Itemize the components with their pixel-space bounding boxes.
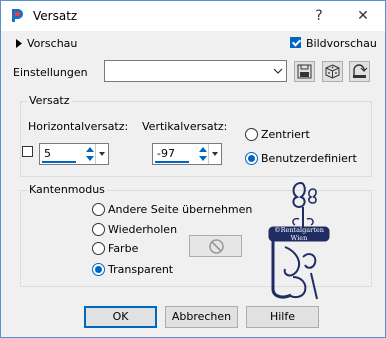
edge-mode-group-title: Kantenmodus bbox=[27, 183, 107, 196]
cancel-button[interactable]: Abbrechen bbox=[165, 306, 238, 328]
centered-label: Zentriert bbox=[261, 128, 310, 141]
offset-group bbox=[20, 101, 372, 177]
edge-repeat-label: Wiederholen bbox=[108, 223, 178, 236]
vertical-offset-spinner[interactable]: -97 bbox=[152, 143, 222, 165]
edge-repeat-radio[interactable] bbox=[92, 223, 105, 236]
dice-icon bbox=[325, 64, 340, 79]
chevron-down-icon[interactable] bbox=[208, 144, 221, 164]
centered-radio[interactable] bbox=[245, 128, 258, 141]
vertical-offset-label: Vertikalversatz: bbox=[142, 120, 228, 133]
watermark-text-2: Wien bbox=[291, 234, 308, 242]
chevron-down-icon bbox=[273, 68, 283, 74]
edge-wrap-radio[interactable] bbox=[92, 203, 105, 216]
image-preview-checkbox[interactable] bbox=[290, 37, 301, 48]
edge-wrap-label: Andere Seite übernehmen bbox=[108, 203, 253, 216]
vertical-offset-value[interactable]: -97 bbox=[157, 147, 175, 160]
dialog-window: Versatz ? ✕ Vorschau Bildvorschau Einste… bbox=[0, 0, 386, 338]
reset-preset-button[interactable] bbox=[349, 61, 370, 82]
app-icon bbox=[12, 9, 23, 22]
horizontal-offset-label: Horizontalversatz: bbox=[28, 120, 129, 133]
no-color-icon bbox=[209, 239, 224, 254]
edge-transparent-label: Transparent bbox=[108, 263, 174, 276]
horizontal-offset-value[interactable]: 5 bbox=[44, 147, 51, 160]
help-button[interactable]: Hilfe bbox=[246, 306, 319, 328]
link-offsets-checkbox[interactable] bbox=[22, 146, 33, 157]
save-preset-button[interactable] bbox=[294, 61, 315, 82]
reset-icon bbox=[353, 64, 368, 78]
settings-combobox[interactable] bbox=[104, 60, 287, 82]
vertical-offset-underline bbox=[155, 161, 189, 163]
edge-color-swatch[interactable] bbox=[189, 235, 242, 257]
expand-arrow-icon[interactable] bbox=[16, 39, 22, 48]
help-titlebar-button[interactable]: ? bbox=[297, 1, 341, 31]
edge-transparent-radio[interactable] bbox=[92, 263, 105, 276]
edge-color-label: Farbe bbox=[108, 242, 139, 255]
ok-button[interactable]: OK bbox=[84, 306, 157, 328]
close-button[interactable]: ✕ bbox=[341, 1, 385, 31]
watermark-text-1: ©Rentalgarten bbox=[274, 226, 324, 234]
chevron-down-icon[interactable] bbox=[95, 144, 108, 164]
title-bar: Versatz ? ✕ bbox=[1, 1, 385, 31]
settings-label: Einstellungen bbox=[13, 66, 88, 79]
watermark-logo: ©Rentalgarten Wien bbox=[268, 181, 330, 300]
horizontal-offset-underline bbox=[42, 161, 76, 163]
offset-group-title: Versatz bbox=[27, 94, 72, 107]
random-preset-button[interactable] bbox=[322, 61, 343, 82]
floppy-disk-icon bbox=[297, 64, 312, 79]
custom-label: Benutzerdefiniert bbox=[261, 152, 357, 165]
preview-toggle[interactable]: Vorschau bbox=[27, 37, 77, 50]
custom-radio[interactable] bbox=[245, 152, 258, 165]
image-preview-label: Bildvorschau bbox=[306, 37, 377, 50]
window-title: Versatz bbox=[33, 9, 78, 23]
horizontal-offset-spinner[interactable]: 5 bbox=[39, 143, 109, 165]
edge-color-radio[interactable] bbox=[92, 242, 105, 255]
